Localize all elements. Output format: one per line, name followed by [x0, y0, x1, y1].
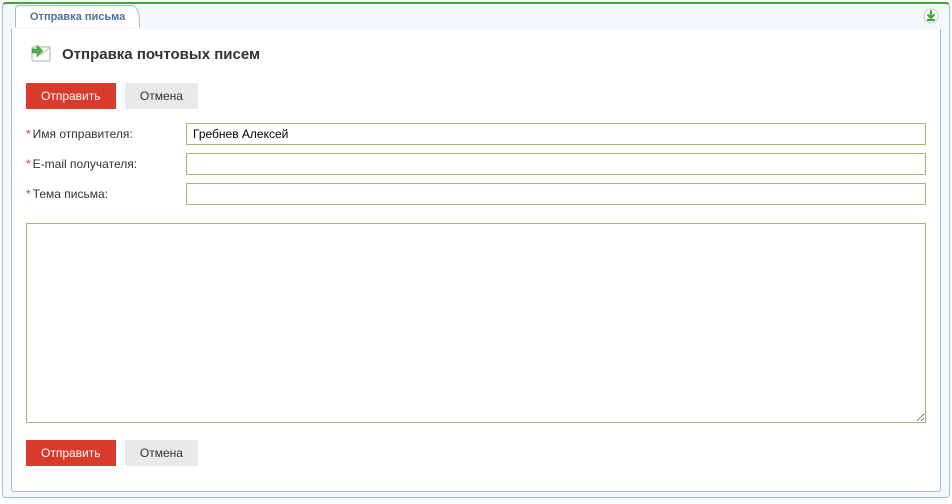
cancel-button[interactable]: Отмена: [125, 440, 198, 466]
bottom-button-bar: Отправить Отмена: [26, 440, 926, 466]
body-editor[interactable]: [26, 223, 926, 423]
recipient-input[interactable]: [186, 153, 926, 175]
download-icon[interactable]: [923, 8, 939, 24]
row-sender: *Имя отправителя:: [26, 123, 926, 145]
panel-title: Отправка почтовых писем: [62, 46, 260, 63]
label-sender: *Имя отправителя:: [26, 127, 186, 141]
required-marker: *: [26, 157, 31, 171]
form-panel: Отправка почтовых писем Отправить Отмена…: [11, 29, 941, 492]
tab-send-email[interactable]: Отправка письма: [15, 5, 140, 28]
row-subject: *Тема письма:: [26, 183, 926, 205]
tab-strip: Отправка письма: [3, 3, 949, 29]
label-subject: *Тема письма:: [26, 187, 186, 201]
sender-input[interactable]: [186, 123, 926, 145]
label-recipient: *E-mail получателя:: [26, 157, 186, 171]
send-button[interactable]: Отправить: [26, 83, 116, 109]
top-button-bar: Отправить Отмена: [26, 83, 926, 109]
email-send-window: Отправка письма Отправка почтовых писем …: [2, 2, 950, 498]
panel-header: Отправка почтовых писем: [26, 41, 926, 67]
row-recipient: *E-mail получателя:: [26, 153, 926, 175]
subject-input[interactable]: [186, 183, 926, 205]
required-marker: *: [26, 127, 31, 141]
required-marker: *: [26, 187, 31, 201]
send-button[interactable]: Отправить: [26, 440, 116, 466]
mail-send-icon: [26, 41, 52, 67]
cancel-button[interactable]: Отмена: [125, 83, 198, 109]
